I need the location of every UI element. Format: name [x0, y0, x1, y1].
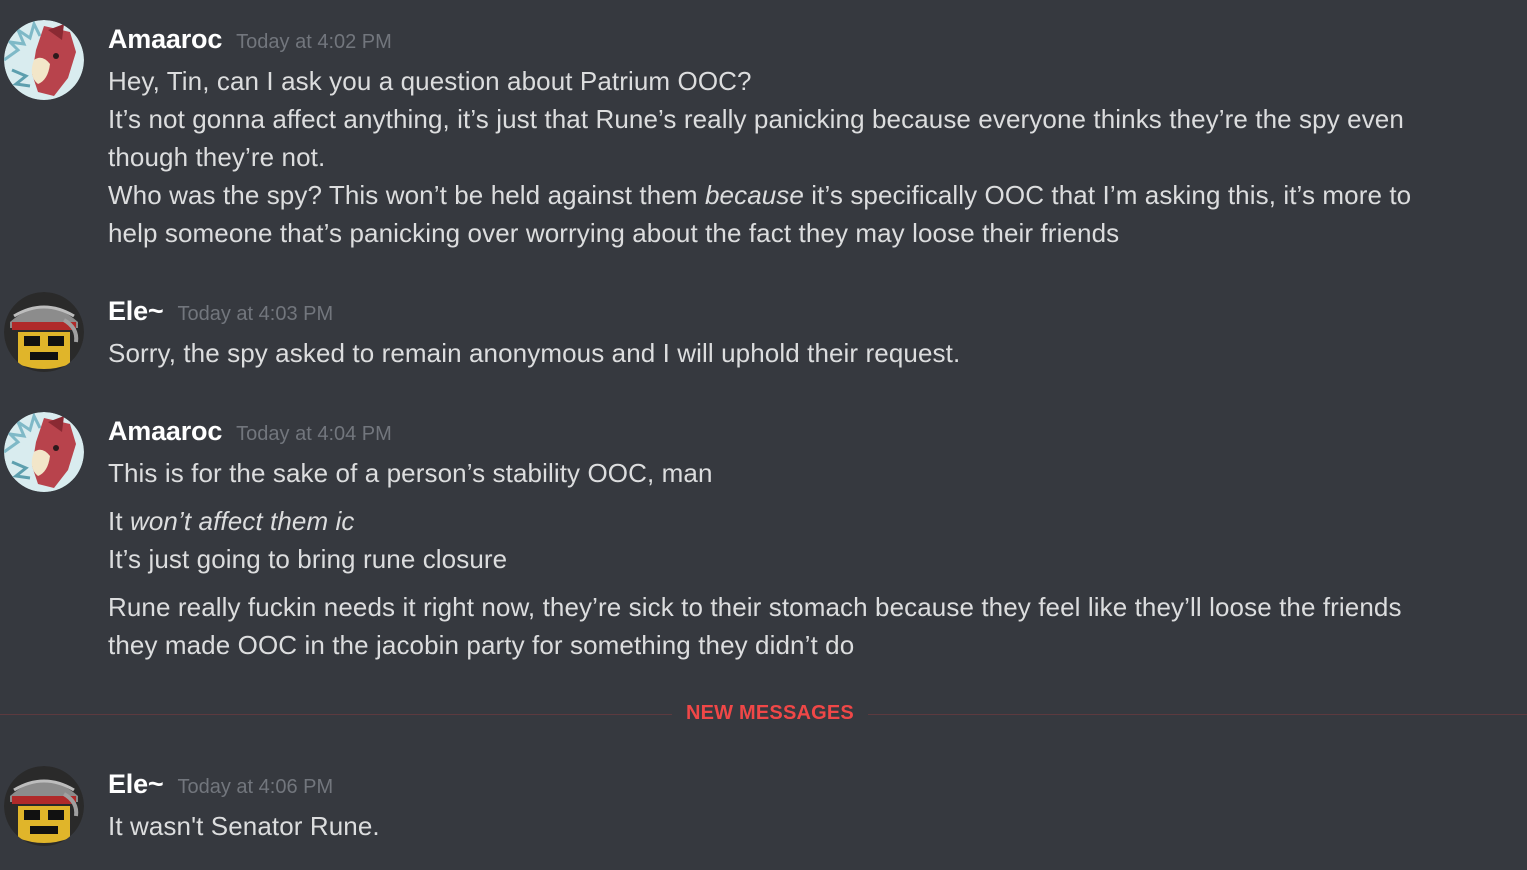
- ele-avatar-icon: [4, 766, 84, 846]
- message-text: It’s just going to bring rune closure: [108, 544, 508, 574]
- message-text-segment: Who was the spy? This won’t be held agai…: [108, 180, 705, 210]
- message-text-segment: It: [108, 506, 130, 536]
- message-text: It won’t affect them ic: [108, 502, 1508, 540]
- username[interactable]: Ele~: [108, 769, 164, 799]
- username[interactable]: Amaaroc: [108, 416, 222, 446]
- ele-avatar-icon: [4, 292, 84, 372]
- avatar[interactable]: [4, 412, 84, 492]
- timestamp[interactable]: Today at 4:04 PM: [236, 423, 392, 445]
- message-text: though they’re not.: [108, 142, 326, 172]
- message-text: It’s not gonna affect anything, it’s jus…: [108, 104, 1404, 134]
- username[interactable]: Amaaroc: [108, 24, 222, 54]
- italic-text: because: [704, 180, 804, 210]
- message-text: This is for the sake of a person’s stabi…: [108, 458, 713, 488]
- message-header: Ele~ Today at 4:03 PM: [108, 296, 333, 327]
- message-header: Amaaroc Today at 4:04 PM: [108, 416, 392, 447]
- italic-text: won’t affect them ic: [129, 506, 355, 536]
- new-messages-divider-line: [868, 714, 1527, 715]
- message-text: Rune really fuckin needs it right now, t…: [108, 592, 1402, 622]
- new-messages-divider-line: [0, 714, 672, 715]
- message-text: they made OOC in the jacobin party for s…: [108, 630, 855, 660]
- message-header: Amaaroc Today at 4:02 PM: [108, 24, 392, 55]
- username[interactable]: Ele~: [108, 296, 164, 326]
- amaaroc-avatar-icon: [4, 412, 84, 492]
- message-text-segment: it’s specifically OOC that I’m asking th…: [803, 180, 1412, 210]
- avatar[interactable]: [4, 292, 84, 372]
- avatar[interactable]: [4, 20, 84, 100]
- message-text: It wasn't Senator Rune.: [108, 811, 380, 841]
- amaaroc-avatar-icon: [4, 20, 84, 100]
- new-messages-label: NEW MESSAGES: [674, 702, 866, 725]
- avatar[interactable]: [4, 766, 84, 846]
- message-text: Who was the spy? This won’t be held agai…: [108, 176, 1508, 214]
- message-text: Hey, Tin, can I ask you a question about…: [108, 66, 752, 96]
- message-text: Sorry, the spy asked to remain anonymous…: [108, 338, 961, 368]
- timestamp[interactable]: Today at 4:03 PM: [178, 303, 334, 325]
- timestamp[interactable]: Today at 4:06 PM: [178, 776, 334, 798]
- message-text: help someone that’s panicking over worry…: [108, 218, 1120, 248]
- message-header: Ele~ Today at 4:06 PM: [108, 769, 333, 800]
- timestamp[interactable]: Today at 4:02 PM: [236, 31, 392, 53]
